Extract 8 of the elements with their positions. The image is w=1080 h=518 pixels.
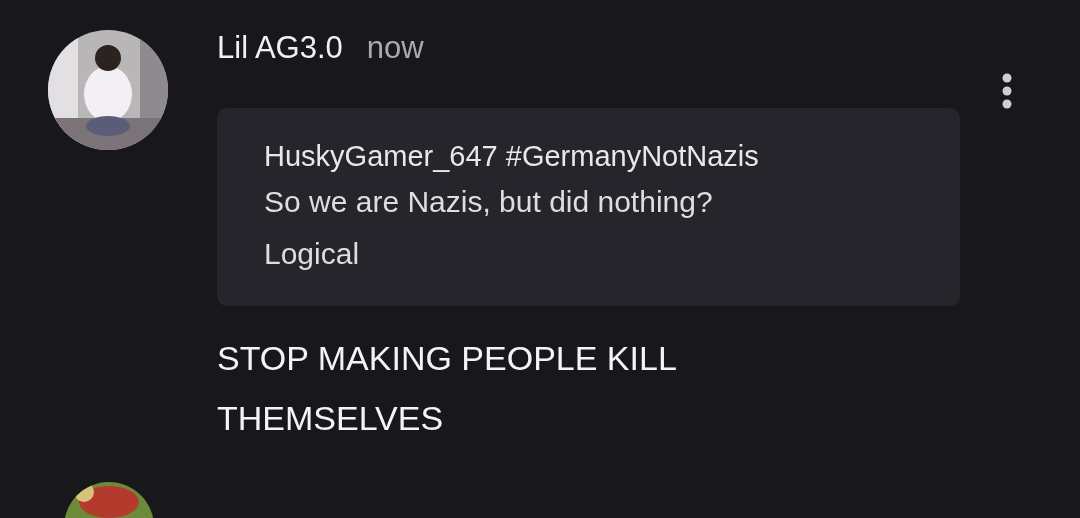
comment-time: now (366, 30, 424, 66)
more-options-icon[interactable] (1000, 72, 1014, 110)
quoted-text: So we are Nazis, but did nothing? (264, 184, 714, 220)
comment-text: THEMSELVES (217, 398, 445, 439)
comment-author[interactable]: Lil AG3.0 (217, 30, 343, 66)
comment-text: STOP MAKING PEOPLE KILL (217, 338, 678, 379)
quoted-text: Logical (264, 236, 361, 272)
quoted-author: HuskyGamer_647 #GermanyNotNazis (264, 139, 760, 174)
